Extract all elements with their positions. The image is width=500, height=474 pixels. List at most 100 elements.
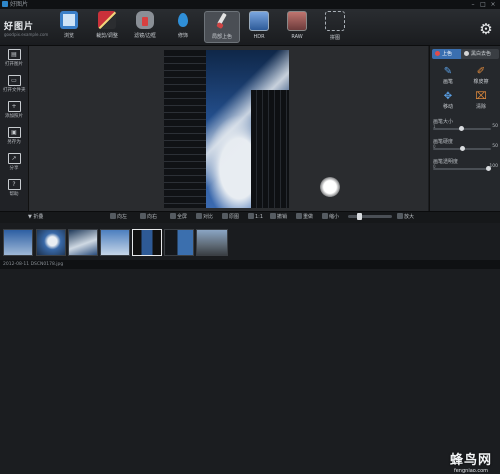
tool-browse[interactable]: 浏览 [52,11,86,43]
watermark-url: fengniao.com [453,468,489,474]
top-toolbar: 好图片 goodpix.example.com 浏览 裁剪/调整 滤镜/边框 修… [0,9,500,46]
filmstrip-thumb-6[interactable] [164,229,194,256]
sidebar-item-open-image[interactable]: ▤ 打开图片 [3,49,25,69]
brush-cursor [320,177,340,197]
undo-icon [270,213,276,219]
zoom-knob[interactable] [356,213,362,220]
tool-label: HDR [253,34,265,40]
brush-hardness-label: 画笔硬度 [433,139,454,145]
window-title: 好图片 [10,1,29,8]
filmstrip: 蜂鸟网 fengniao.com [0,223,500,474]
tool-collage[interactable]: 拼图 [318,11,352,43]
tool-label: RAW [291,34,303,40]
tool-filter-frame[interactable]: 滤镜/边框 [128,11,162,43]
fullscreen-icon [170,213,176,219]
collapse-button[interactable]: ▼ 折叠 [28,213,43,221]
hdr-icon [249,11,269,31]
color-dot-icon [435,51,440,56]
brush-size-knob[interactable] [459,126,465,131]
filmstrip-thumb-1[interactable] [3,229,33,256]
brush-icon [213,12,231,30]
status-bar: 2012-08-11 DSCN0178.jpg [0,260,500,269]
compare-label: 对比 [203,214,214,220]
rotate-right-button[interactable]: 向右 [140,213,157,221]
maximize-icon[interactable]: □ [478,0,488,9]
tool-crop-adjust[interactable]: 裁剪/调整 [90,11,124,43]
grey-dot-icon [464,51,469,56]
compare-button[interactable]: 对比 [196,213,213,221]
zoom-in-button[interactable]: 放大 [397,213,414,221]
tool-clear-label: 清除 [475,104,486,110]
zoom-out-label: 缩小 [329,214,340,220]
undo-button[interactable]: 撤销 [270,213,287,221]
rotate-left-button[interactable]: 向左 [110,213,127,221]
filmstrip-thumb-7[interactable] [196,229,228,256]
folder-icon: ▭ [7,75,21,86]
fullscreen-button[interactable]: 全屏 [170,213,187,221]
brush-hardness-knob[interactable] [459,146,465,151]
undo-label: 撤销 [277,214,288,220]
brush-opacity-slider[interactable] [433,166,491,171]
filmstrip-thumb-5[interactable] [132,229,162,256]
gear-icon[interactable]: ⚙ [478,21,494,37]
help-icon: ? [7,179,21,190]
sidebar-item-share[interactable]: ↗ 分享 [3,153,25,173]
tab-desaturate[interactable]: 黑白去色 [461,49,499,59]
clear-broom-icon: ⌧ [475,91,487,102]
brush-size-label: 画笔大小 [433,119,454,125]
tool-pen[interactable]: ✎ 画笔 [433,66,463,85]
logo-sub: goodpix.example.com [4,32,49,37]
close-icon[interactable]: × [488,0,498,9]
watermark: 蜂鸟网 fengniao.com [450,449,492,474]
tool-move-label: 移动 [442,104,453,110]
editing-canvas[interactable] [29,46,428,211]
sidebar-item-save-as[interactable]: ▣ 另存为 [3,127,25,147]
filmstrip-thumb-2[interactable] [36,229,66,256]
filmstrip-thumb-3[interactable] [68,229,98,256]
zoom-out-button[interactable]: 缩小 [322,213,339,221]
tab-color[interactable]: 上色 [432,49,462,59]
right-panel: 上色 黑白去色 ✎ 画笔 ✐ 橡皮擦 ✥ 移动 ⌧ 清除 画笔大小 1 50 画… [429,46,500,211]
zoom-slider[interactable] [348,213,392,220]
filter-jar-icon [136,11,154,29]
sidebar-item-open-folder[interactable]: ▭ 打开文件夹 [3,75,26,95]
sidebar-item-help[interactable]: ? 帮助 [3,179,25,199]
zoom-out-icon [322,213,328,219]
tool-raw[interactable]: RAW [280,11,314,43]
original-button[interactable]: 原图 [222,213,239,221]
brush-opacity-label: 画笔透明度 [433,159,459,165]
actual-size-button[interactable]: 1:1 [248,213,263,221]
rotate-right-label: 向右 [147,214,158,220]
photo-building-right [251,90,289,208]
brush-hardness-slider[interactable] [433,146,491,151]
actual-size-icon [248,213,254,219]
minimize-icon[interactable]: – [468,0,478,9]
collage-icon [325,11,345,31]
redo-button[interactable]: 重做 [296,213,313,221]
share-icon: ↗ [7,153,21,164]
tab-desaturate-label: 黑白去色 [471,51,492,57]
brush-hardness-value: 50 [492,144,498,149]
app-icon [2,1,8,7]
title-bar: 好图片 – □ × [0,0,500,9]
tool-eraser-label: 橡皮擦 [473,79,489,85]
brush-size-value: 50 [492,124,498,129]
redo-label: 重做 [303,214,314,220]
compare-icon [196,213,202,219]
tool-hdr[interactable]: HDR [242,11,276,43]
actual-size-label: 1:1 [255,214,264,220]
edited-photo[interactable] [164,50,289,208]
filmstrip-thumb-4[interactable] [100,229,130,256]
tool-label: 滤镜/边框 [134,33,156,39]
water-drop-icon [174,11,192,29]
sidebar-item-label: 另存为 [7,140,21,145]
browse-icon [60,11,78,29]
sidebar-item-label: 分享 [9,166,19,171]
tool-local-color[interactable]: 局部上色 [204,11,240,43]
tool-clear[interactable]: ⌧ 清除 [466,91,496,110]
brush-size-slider[interactable] [433,126,491,131]
sidebar-item-add-photo[interactable]: + 添加照片 [3,101,25,121]
tool-move[interactable]: ✥ 移动 [433,91,463,110]
tool-retouch[interactable]: 修饰 [166,11,200,43]
tool-eraser[interactable]: ✐ 橡皮擦 [466,66,496,85]
